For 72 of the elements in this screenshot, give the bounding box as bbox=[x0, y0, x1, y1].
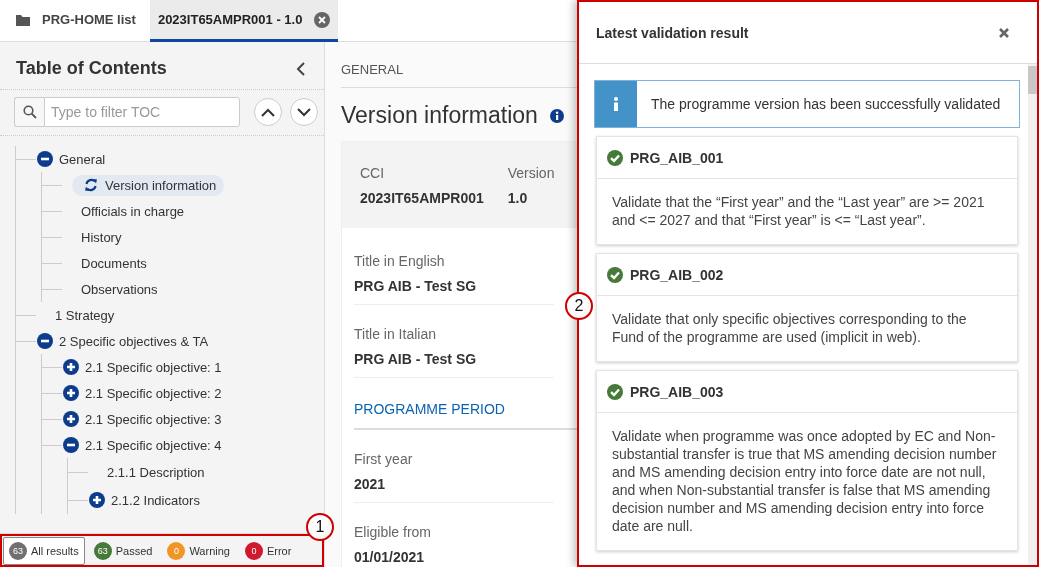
check-icon bbox=[607, 267, 623, 283]
info-icon bbox=[613, 97, 619, 111]
tree-item[interactable]: 2.1 Specific objective: 3 bbox=[85, 411, 222, 427]
tree-item[interactable]: Officials in charge bbox=[81, 203, 185, 219]
field-label: First year bbox=[354, 451, 414, 467]
next-button[interactable] bbox=[290, 98, 318, 126]
panel-title: Table of Contents bbox=[16, 58, 167, 79]
folder-icon bbox=[16, 13, 30, 26]
tree-item[interactable]: Version information bbox=[72, 174, 225, 196]
rule-description: Validate that only specific objectives corresponding to the Fund of the programme are used (implicit in web). bbox=[612, 310, 968, 346]
field-label: Title in English bbox=[354, 253, 446, 269]
tree-item[interactable]: 2.1.2 Indicators bbox=[111, 492, 200, 508]
field-label: Title in Italian bbox=[354, 326, 437, 342]
tree-item[interactable]: 2.1 Specific objective: 4 bbox=[85, 437, 222, 453]
refresh-icon bbox=[84, 178, 98, 192]
field-value: PRG AIB - Test SG bbox=[354, 278, 478, 294]
filter-button[interactable]: 0 Error bbox=[238, 536, 298, 565]
count-badge: 63 bbox=[93, 541, 112, 560]
field-label: Version bbox=[507, 165, 555, 181]
count-badge: 63 bbox=[9, 541, 27, 560]
count-badge: 0 bbox=[244, 541, 263, 560]
tree-item[interactable]: History bbox=[81, 229, 122, 245]
panel-title: Latest validation result bbox=[596, 24, 749, 41]
field-label: Eligible from bbox=[354, 524, 433, 540]
tree-item[interactable]: 2.1 Specific objective: 1 bbox=[85, 359, 222, 375]
rule-code: PRG_AIB_002 bbox=[630, 267, 724, 283]
check-icon bbox=[607, 384, 623, 400]
field-value: 01/01/2021 bbox=[354, 549, 426, 565]
field-value: PRG AIB - Test SG bbox=[354, 351, 478, 367]
close-icon[interactable] bbox=[997, 25, 1011, 40]
count-badge: 0 bbox=[167, 541, 186, 560]
tree-item[interactable]: 2 Specific objectives & TA bbox=[59, 333, 209, 349]
section-title: PROGRAMME PERIOD bbox=[354, 401, 505, 417]
chevron-up-icon bbox=[261, 107, 275, 117]
expand-icon[interactable] bbox=[63, 385, 79, 401]
callout-number: 2 bbox=[565, 292, 593, 320]
expand-icon[interactable] bbox=[63, 411, 79, 427]
rule-code: PRG_AIB_001 bbox=[630, 150, 724, 166]
page-heading: Version information bbox=[341, 102, 538, 129]
filter-button[interactable]: 63 Passed bbox=[87, 536, 159, 565]
collapse-icon[interactable] bbox=[37, 333, 53, 349]
expand-icon[interactable] bbox=[89, 492, 105, 508]
alert-message: The programme version has been successfully validated bbox=[650, 95, 1002, 114]
tree-item[interactable]: Observations bbox=[81, 281, 158, 297]
collapse-icon[interactable] bbox=[37, 151, 53, 167]
field-value: 1.0 bbox=[507, 190, 529, 206]
close-icon[interactable] bbox=[314, 11, 331, 28]
collapse-icon[interactable] bbox=[63, 437, 79, 453]
tree-item[interactable]: 2.1.1 Description bbox=[107, 464, 205, 480]
chevron-down-icon bbox=[297, 107, 311, 117]
tree-item[interactable]: Documents bbox=[81, 255, 147, 271]
tab[interactable]: PRG-HOME list bbox=[0, 0, 146, 42]
field-value: 2023IT65AMPR001 bbox=[360, 190, 484, 206]
filter-button[interactable]: 63 All results bbox=[3, 536, 85, 565]
filter-button[interactable]: 0 Warning bbox=[161, 536, 236, 565]
search-field[interactable]: Type to filter TOC bbox=[44, 97, 240, 127]
rule-description: Validate when programme was once adopted by EC and Non-substantial transfer is true that MS amending decision number and MS amending decision entry into force date are not null, and when Non-substantial transfer is false that MS amending decision number and MS amending decision entry into force date are null. bbox=[612, 427, 998, 535]
field-value: 2021 bbox=[354, 476, 387, 492]
tree-item[interactable]: General bbox=[59, 151, 106, 167]
tree-item[interactable]: 2.1 Specific objective: 2 bbox=[85, 385, 222, 401]
previous-button[interactable] bbox=[254, 98, 282, 126]
expand-icon[interactable] bbox=[63, 359, 79, 375]
rule-description: Validate that the “First year” and the “Last year” are >= 2021 and <= 2027 and that “First year” is <= “Last year”. bbox=[612, 193, 986, 229]
check-icon bbox=[607, 150, 623, 166]
info-icon bbox=[549, 108, 564, 123]
rule-code: PRG_AIB_003 bbox=[630, 384, 724, 400]
tab[interactable]: 2023IT65AMPR001 - 1.0 bbox=[149, 0, 339, 42]
search-icon[interactable] bbox=[14, 97, 44, 127]
field-label: CCI bbox=[360, 165, 386, 181]
callout-number: 1 bbox=[306, 513, 334, 541]
tree-item[interactable]: 1 Strategy bbox=[55, 307, 115, 323]
scrollbar[interactable] bbox=[1028, 64, 1037, 565]
